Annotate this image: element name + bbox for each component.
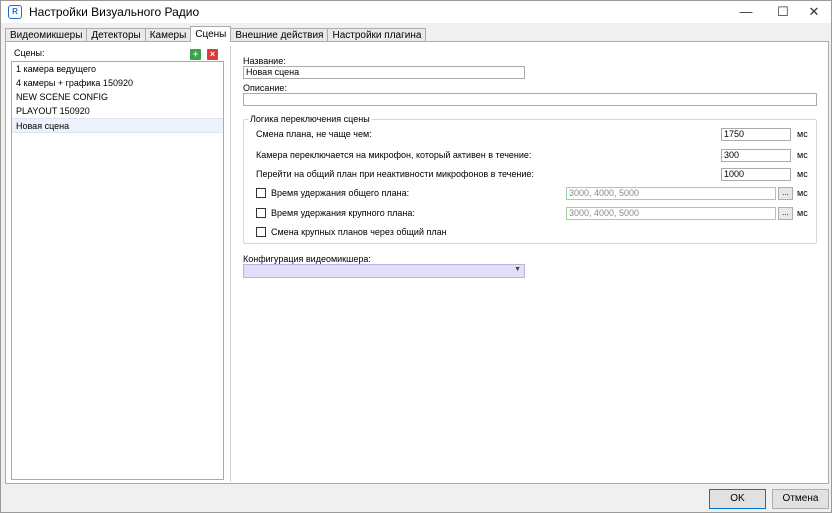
- camera-switch-label: Камера переключается на микрофон, которы…: [256, 150, 532, 160]
- maximize-button[interactable]: ☐: [766, 1, 800, 23]
- hold-close-label: Время удержания крупного плана:: [271, 208, 415, 218]
- switch-logic-group: Логика переключения сцены Смена плана, н…: [243, 114, 817, 244]
- tab-strip: Видеомикшеры Детекторы Камеры Сцены Внеш…: [5, 26, 427, 42]
- hold-close-browse-button[interactable]: ...: [778, 207, 793, 220]
- close-via-wide-checkbox[interactable]: [256, 227, 266, 237]
- mixer-config-select[interactable]: ▼: [243, 264, 525, 278]
- hold-wide-browse-button[interactable]: ...: [778, 187, 793, 200]
- name-label: Название:: [243, 56, 286, 66]
- change-plan-field[interactable]: 1750: [721, 128, 791, 141]
- cancel-button[interactable]: Отмена: [772, 489, 829, 509]
- close-button[interactable]: ✕: [797, 1, 831, 23]
- scenes-label: Сцены:: [14, 48, 45, 58]
- maximize-icon: ☐: [777, 4, 789, 19]
- unit-label: мс: [797, 129, 808, 139]
- name-field[interactable]: Новая сцена: [243, 66, 525, 79]
- close-icon: ✕: [808, 4, 820, 19]
- minimize-button[interactable]: —: [729, 1, 763, 23]
- delete-scene-icon[interactable]: ×: [207, 49, 218, 60]
- change-plan-label: Смена плана, не чаще чем:: [256, 129, 372, 139]
- tab-cameras[interactable]: Камеры: [144, 28, 192, 42]
- unit-label: мс: [797, 188, 808, 198]
- mixer-config-label: Конфигурация видеомикшера:: [243, 254, 371, 264]
- tab-videomixers[interactable]: Видеомикшеры: [5, 28, 88, 42]
- list-item[interactable]: 4 камеры + графика 150920: [12, 76, 223, 90]
- list-item[interactable]: 1 камера ведущего: [12, 62, 223, 76]
- unit-label: мс: [797, 208, 808, 218]
- wide-plan-field[interactable]: 1000: [721, 168, 791, 181]
- wide-plan-label: Перейти на общий план при неактивности м…: [256, 169, 534, 179]
- hold-wide-field[interactable]: 3000, 4000, 5000: [566, 187, 776, 200]
- camera-switch-field[interactable]: 300: [721, 149, 791, 162]
- add-scene-icon[interactable]: +: [190, 49, 201, 60]
- tab-detectors[interactable]: Детекторы: [86, 28, 146, 42]
- switch-logic-title: Логика переключения сцены: [248, 114, 372, 124]
- settings-window: R Настройки Визуального Радио — ☐ ✕ Виде…: [0, 0, 832, 513]
- chevron-down-icon: ▼: [514, 266, 521, 273]
- unit-label: мс: [797, 150, 808, 160]
- scenes-tab-panel: Сцены: + × 1 камера ведущего 4 камеры + …: [5, 41, 829, 484]
- description-label: Описание:: [243, 83, 287, 93]
- description-field[interactable]: [243, 93, 817, 106]
- splitter[interactable]: [230, 46, 231, 482]
- minimize-icon: —: [739, 4, 753, 19]
- list-item-selected[interactable]: Новая сцена: [12, 118, 223, 133]
- hold-close-field[interactable]: 3000, 4000, 5000: [566, 207, 776, 220]
- unit-label: мс: [797, 169, 808, 179]
- close-via-wide-label: Смена крупных планов через общий план: [271, 227, 447, 237]
- ok-button[interactable]: OK: [709, 489, 766, 509]
- list-item[interactable]: PLAYOUT 150920: [12, 104, 223, 118]
- hold-wide-checkbox[interactable]: [256, 188, 266, 198]
- tab-scenes[interactable]: Сцены: [190, 26, 232, 42]
- title-bar: R Настройки Визуального Радио — ☐ ✕: [1, 1, 831, 23]
- scene-list[interactable]: 1 камера ведущего 4 камеры + графика 150…: [11, 61, 224, 480]
- tab-external-actions[interactable]: Внешние действия: [230, 28, 329, 42]
- window-title: Настройки Визуального Радио: [29, 5, 200, 19]
- list-item[interactable]: NEW SCENE CONFIG: [12, 90, 223, 104]
- hold-close-checkbox[interactable]: [256, 208, 266, 218]
- tab-plugin-settings[interactable]: Настройки плагина: [327, 28, 427, 42]
- hold-wide-label: Время удержания общего плана:: [271, 188, 410, 198]
- app-icon: R: [8, 5, 22, 19]
